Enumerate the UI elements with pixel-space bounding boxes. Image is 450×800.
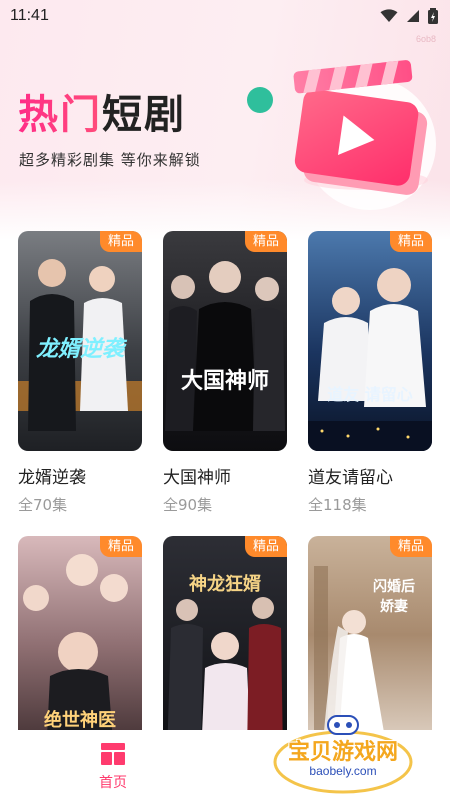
poster-title: 龙婿逆袭 [35,337,124,362]
drama-card[interactable]: 精品 道友 请留心 道友请留心 全118集 [308,231,432,515]
premium-badge: 精品 [244,536,287,557]
drama-card[interactable]: 精品 大国神师 大国神师 全90集 [163,231,287,515]
episode-count: 全90集 [163,496,213,514]
drama-title: 大国神师 [163,468,231,488]
drama-title: 道友请留心 [308,468,393,488]
drama-poster: 精品 大国神师 [163,231,287,451]
premium-badge: 精品 [389,231,432,252]
status-bar: 11:41 [0,0,450,32]
premium-badge: 精品 [99,231,142,252]
premium-badge: 精品 [99,536,142,557]
episode-count: 全70集 [18,496,68,514]
poster-title: 大国神师 [180,369,269,394]
premium-badge: 精品 [389,536,432,557]
episode-count: 全118集 [308,496,367,514]
home-grid-icon [101,743,125,765]
device-tag: 6ob8 [415,34,436,44]
title-highlight: 热门 [18,92,102,138]
site-watermark: 宝贝游戏网 baobely.com [268,712,418,796]
drama-poster: 精品 绝世神医 [18,536,142,756]
status-icons [380,8,438,24]
signal-icon [407,10,419,22]
drama-poster: 精品 龙婿逆袭 [18,231,142,451]
drama-card[interactable]: 精品 龙婿逆袭 龙婿逆袭 全70集 [18,231,142,515]
drama-card[interactable]: 精品 绝世神医 [18,536,142,756]
poster-title: 绝世神医 [44,710,116,731]
poster-title: 道友 请留心 [327,385,413,404]
drama-title: 龙婿逆袭 [18,468,86,488]
premium-badge: 精品 [244,231,287,252]
nav-home-tab[interactable]: 首页 [88,742,138,792]
battery-icon [428,8,438,24]
title-rest: 短剧 [102,92,186,138]
status-time: 11:41 [10,7,49,24]
poster-title: 神龙狂婿 [189,574,261,595]
watermark-text: 宝贝游戏网 [287,740,398,765]
watermark-url: baobely.com [309,764,377,778]
page-subtitle: 超多精彩剧集 等你来解锁 [19,151,201,169]
page-title: 热门短剧 [18,82,186,140]
nav-home-label: 首页 [99,775,127,791]
poster-title: 闪婚后 娇妻 [373,579,415,615]
drama-poster: 精品 道友 请留心 [308,231,432,451]
clapperboard-illustration [247,60,436,210]
wifi-icon [380,9,398,22]
